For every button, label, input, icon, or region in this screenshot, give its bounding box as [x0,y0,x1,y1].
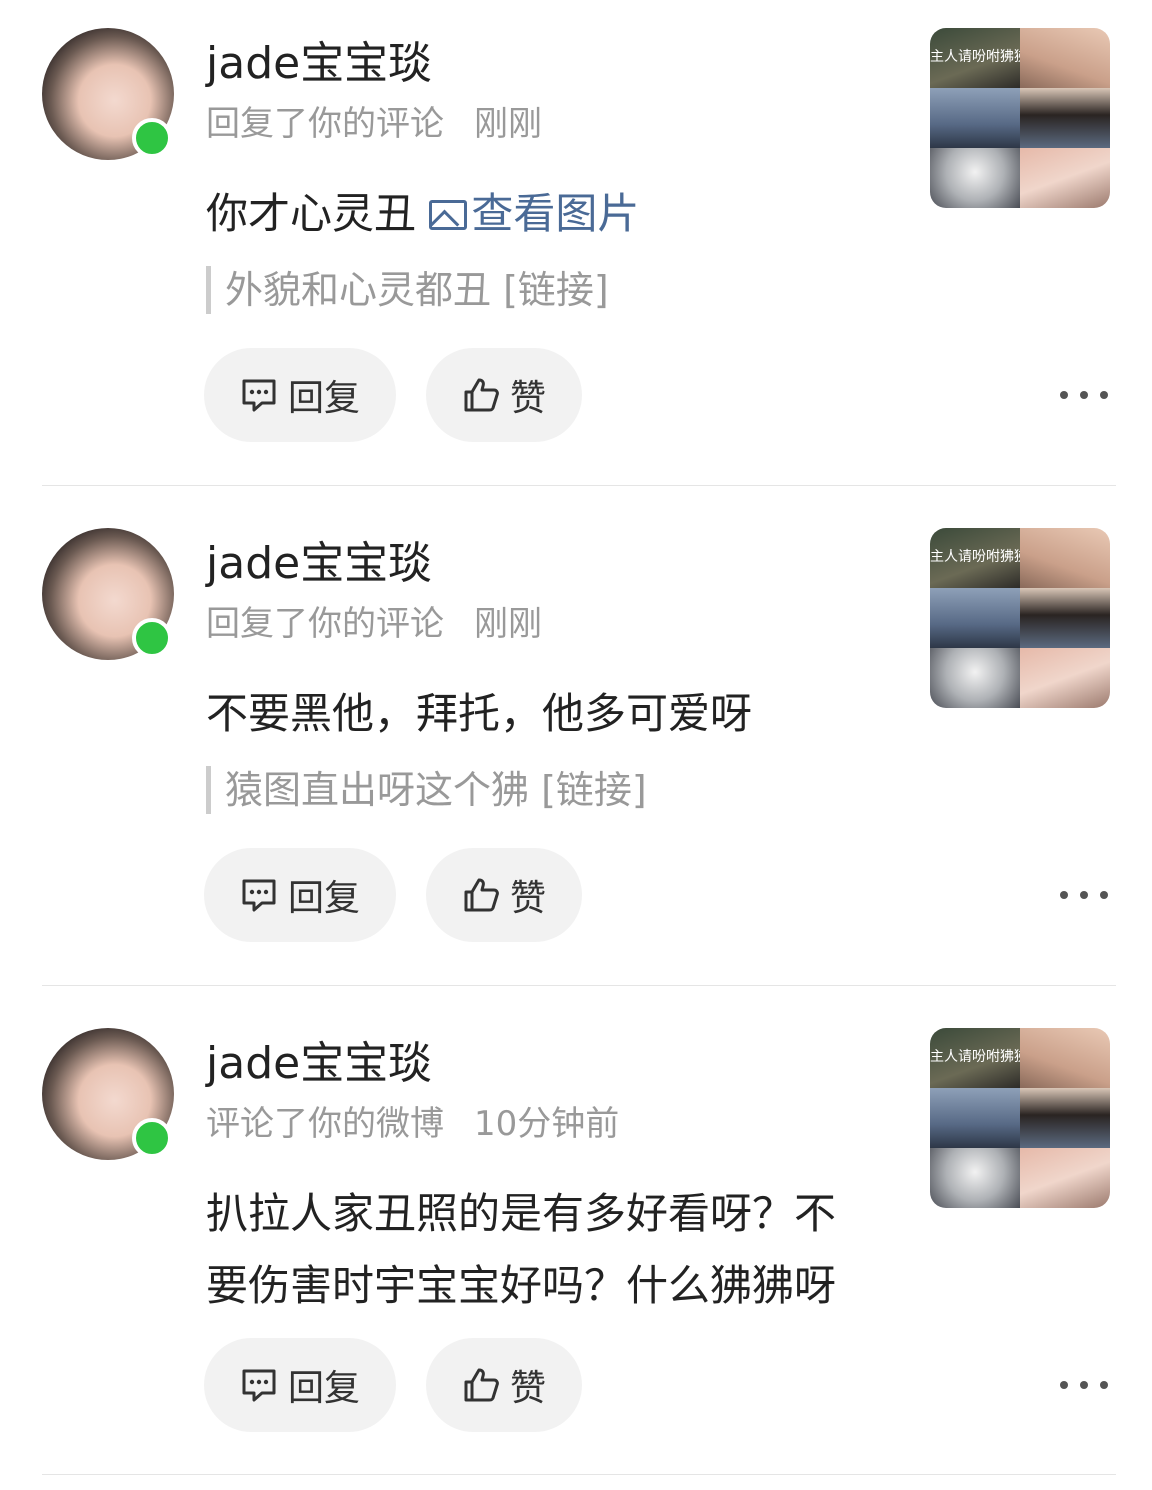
action-text: 评论了你的微博 [206,1104,444,1144]
more-dots-icon[interactable] [1054,1368,1114,1402]
thumbs-up-icon [464,1368,499,1402]
divider [42,1474,1116,1475]
thumbs-up-icon [464,878,499,912]
timestamp: 刚刚 [474,104,542,144]
action-bar: 回复 赞 [204,848,1114,942]
thumbnail-caption: 主人请吩咐狒狒 [930,49,1020,65]
comment-content: 不要黑他，拜托，他多可爱呀 [206,678,896,750]
like-label: 赞 [509,878,546,919]
action-bar: 回复 赞 [204,348,1114,442]
comment-text-line: 要伤害时宇宝宝好吗？什么狒狒呀 [206,1261,837,1310]
timestamp: 刚刚 [474,604,542,644]
view-image-label: 查看图片 [471,189,640,238]
notification-item[interactable]: jade宝宝琰 回复了你的评论 刚刚 不要黑他，拜托，他多可爱呀 猿图直出呀这个狒… [0,500,1152,986]
notification-meta: 回复了你的评论 刚刚 [206,602,542,646]
online-status-dot [132,618,172,658]
divider [42,985,1116,986]
action-bar: 回复 赞 [204,1338,1114,1432]
comment-text-line: 扒拉人家丑照的是有多好看呀？不 [206,1189,837,1238]
comment-text: 不要黑他，拜托，他多可爱呀 [206,689,753,738]
like-button[interactable]: 赞 [426,348,582,442]
comment-content: 你才心灵丑 查看图片 [206,178,896,250]
like-label: 赞 [509,378,546,419]
view-image-link[interactable]: 查看图片 [429,189,639,238]
online-status-dot [132,1118,172,1158]
online-status-dot [132,118,172,158]
action-text: 回复了你的评论 [206,104,444,144]
reply-label: 回复 [287,378,360,419]
notification-meta: 评论了你的微博 10分钟前 [206,1102,619,1146]
reply-button[interactable]: 回复 [204,348,396,442]
comment-content: 扒拉人家丑照的是有多好看呀？不 要伤害时宇宝宝好吗？什么狒狒呀 [206,1178,896,1322]
comment-bubble-icon [242,379,276,412]
avatar[interactable] [42,1028,174,1160]
like-button[interactable]: 赞 [426,848,582,942]
quoted-comment[interactable]: 外貌和心灵都丑 [链接] [206,266,609,314]
notification-item[interactable]: jade宝宝琰 评论了你的微博 10分钟前 扒拉人家丑照的是有多好看呀？不 要伤害… [0,1000,1152,1490]
avatar[interactable] [42,28,174,160]
comment-text: 你才心灵丑 [206,189,430,238]
timestamp: 10分钟前 [474,1104,620,1144]
more-dots-icon[interactable] [1054,878,1114,912]
thumbnail-caption: 主人请吩咐狒狒 [930,1049,1020,1065]
user-name[interactable]: jade宝宝琰 [206,536,432,592]
comment-bubble-icon [242,879,276,912]
reply-label: 回复 [287,1368,360,1409]
reply-button[interactable]: 回复 [204,848,396,942]
like-label: 赞 [509,1368,546,1409]
action-text: 回复了你的评论 [206,604,444,644]
reply-button[interactable]: 回复 [204,1338,396,1432]
thumbnail-caption: 主人请吩咐狒狒 [930,549,1020,565]
reply-label: 回复 [287,878,360,919]
like-button[interactable]: 赞 [426,1338,582,1432]
user-name[interactable]: jade宝宝琰 [206,36,432,92]
thumbs-up-icon [464,378,499,412]
avatar[interactable] [42,528,174,660]
picture-icon [429,200,468,230]
more-dots-icon[interactable] [1054,378,1114,412]
user-name[interactable]: jade宝宝琰 [206,1036,432,1092]
notification-feed: jade宝宝琰 回复了你的评论 刚刚 你才心灵丑 查看图片 外貌和心灵都丑 [链接… [0,0,1152,1490]
notification-meta: 回复了你的评论 刚刚 [206,102,542,146]
comment-bubble-icon [242,1369,276,1402]
quoted-comment[interactable]: 猿图直出呀这个狒 [链接] [206,766,647,814]
divider [42,485,1116,486]
notification-item[interactable]: jade宝宝琰 回复了你的评论 刚刚 你才心灵丑 查看图片 外貌和心灵都丑 [链接… [0,0,1152,486]
